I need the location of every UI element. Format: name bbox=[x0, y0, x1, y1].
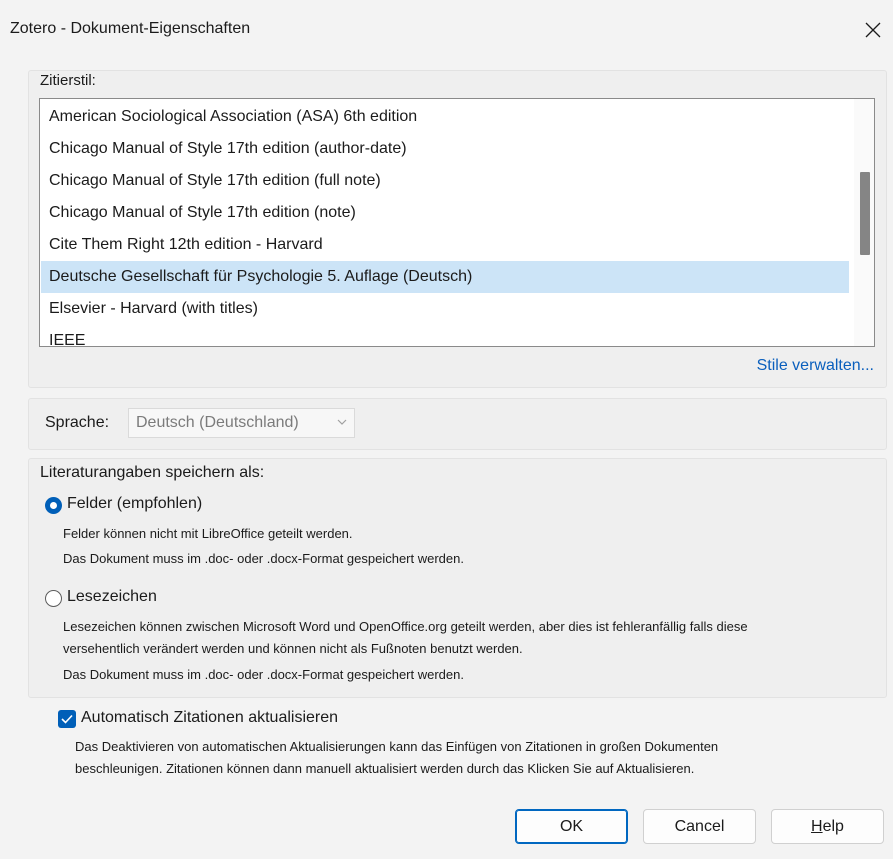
help-mnemonic: H bbox=[811, 818, 823, 835]
bookmarks-label[interactable]: Lesezeichen bbox=[67, 588, 157, 606]
language-select[interactable]: Deutsch (Deutschland) bbox=[128, 408, 355, 438]
auto-update-note-1: Das Deaktivieren von automatischen Aktua… bbox=[75, 739, 719, 754]
list-item[interactable]: Chicago Manual of Style 17th edition (au… bbox=[41, 133, 849, 165]
fields-note-2: Das Dokument muss im .doc- oder .docx-Fo… bbox=[63, 551, 464, 566]
close-icon bbox=[865, 22, 881, 38]
title-bar: Zotero - Dokument-Eigenschaften bbox=[0, 0, 893, 58]
bookmarks-radio[interactable] bbox=[45, 590, 62, 607]
ok-button[interactable]: OK bbox=[515, 809, 628, 844]
language-label: Sprache: bbox=[45, 414, 110, 431]
list-item-selected[interactable]: Deutsche Gesellschaft für Psychologie 5.… bbox=[41, 261, 849, 293]
manage-styles-link[interactable]: Stile verwalten... bbox=[757, 357, 874, 375]
storage-label: Literaturangaben speichern als: bbox=[40, 464, 265, 481]
close-button[interactable] bbox=[853, 10, 893, 50]
help-label-rest: elp bbox=[822, 818, 844, 835]
citation-style-list[interactable]: American Sociological Association (ASA) … bbox=[39, 98, 875, 347]
bookmarks-note-2: versehentlich verändert werden und könne… bbox=[63, 641, 523, 656]
bookmarks-note-3: Das Dokument muss im .doc- oder .docx-Fo… bbox=[63, 667, 464, 682]
list-item[interactable]: Elsevier - Harvard (with titles) bbox=[41, 293, 849, 325]
scrollbar-thumb[interactable] bbox=[860, 172, 870, 255]
help-button[interactable]: Help bbox=[771, 809, 884, 844]
bookmarks-note-1: Lesezeichen können zwischen Microsoft Wo… bbox=[63, 619, 748, 634]
auto-update-checkbox[interactable] bbox=[58, 710, 76, 728]
fields-note-1: Felder können nicht mit LibreOffice gete… bbox=[63, 526, 353, 541]
checkmark-icon bbox=[61, 714, 73, 724]
auto-update-label[interactable]: Automatisch Zitationen aktualisieren bbox=[81, 709, 338, 727]
cancel-button[interactable]: Cancel bbox=[643, 809, 756, 844]
list-scrollbar[interactable] bbox=[854, 99, 874, 346]
list-item[interactable]: Chicago Manual of Style 17th edition (no… bbox=[41, 197, 849, 229]
storage-group bbox=[28, 458, 887, 698]
window-title: Zotero - Dokument-Eigenschaften bbox=[10, 20, 251, 37]
list-item[interactable]: IEEE bbox=[41, 325, 849, 346]
fields-radio[interactable] bbox=[45, 497, 62, 514]
list-item[interactable]: Chicago Manual of Style 17th edition (fu… bbox=[41, 165, 849, 197]
auto-update-note-2: beschleunigen. Zitationen können dann ma… bbox=[75, 761, 695, 776]
fields-label[interactable]: Felder (empfohlen) bbox=[67, 495, 202, 513]
language-value: Deutsch (Deutschland) bbox=[136, 414, 299, 431]
list-item[interactable]: Cite Them Right 12th edition - Harvard bbox=[41, 229, 849, 261]
list-item[interactable]: American Sociological Association (ASA) … bbox=[41, 101, 849, 133]
citation-style-label: Zitierstil: bbox=[40, 72, 96, 89]
chevron-down-icon bbox=[337, 419, 347, 425]
